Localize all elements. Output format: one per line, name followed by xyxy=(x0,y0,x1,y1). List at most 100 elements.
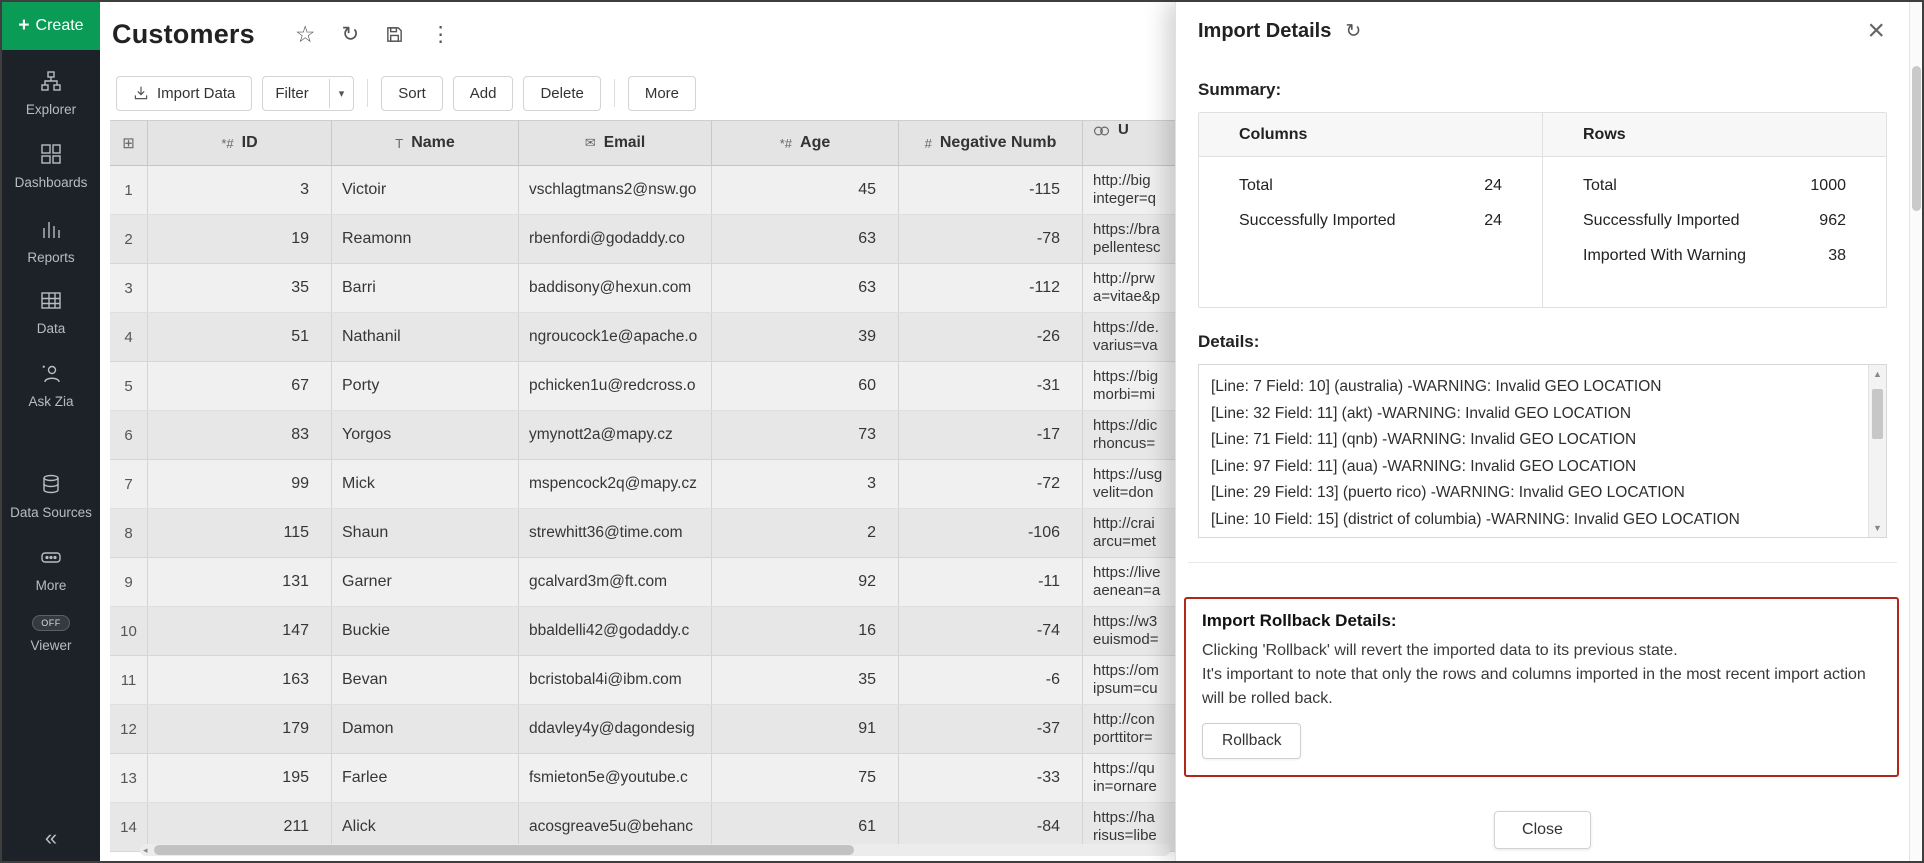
save-icon[interactable] xyxy=(385,24,404,45)
cell-negative-number[interactable]: -72 xyxy=(899,460,1083,508)
close-button[interactable]: Close xyxy=(1494,811,1591,849)
cell-name[interactable]: Mick xyxy=(332,460,519,508)
cell-email[interactable]: ddavley4y@dagondesig xyxy=(519,705,712,753)
cell-age[interactable]: 92 xyxy=(712,558,899,606)
cell-age[interactable]: 39 xyxy=(712,313,899,361)
cell-age[interactable]: 3 xyxy=(712,460,899,508)
cell-id[interactable]: 131 xyxy=(148,558,332,606)
cell-age[interactable]: 63 xyxy=(712,215,899,263)
vertical-scrollbar-thumb[interactable] xyxy=(1912,66,1921,211)
cell-negative-number[interactable]: -112 xyxy=(899,264,1083,312)
cell-name[interactable]: Buckie xyxy=(332,607,519,655)
cell-email[interactable]: vschlagtmans2@nsw.go xyxy=(519,166,712,214)
sidebar-item-data-sources[interactable]: Data Sources xyxy=(2,473,100,520)
cell-negative-number[interactable]: -26 xyxy=(899,313,1083,361)
cell-name[interactable]: Porty xyxy=(332,362,519,410)
cell-negative-number[interactable]: -115 xyxy=(899,166,1083,214)
cell-id[interactable]: 3 xyxy=(148,166,332,214)
sidebar-item-reports[interactable]: Reports xyxy=(2,218,100,265)
filter-button[interactable]: Filter ▾ xyxy=(262,76,354,111)
cell-age[interactable]: 73 xyxy=(712,411,899,459)
cell-name[interactable]: Nathanil xyxy=(332,313,519,361)
cell-negative-number[interactable]: -17 xyxy=(899,411,1083,459)
cell-negative-number[interactable]: -33 xyxy=(899,754,1083,802)
sidebar-item-viewer[interactable]: OFF Viewer xyxy=(2,615,100,653)
sidebar-item-dashboards[interactable]: Dashboards xyxy=(2,143,100,190)
panel-refresh-icon[interactable]: ↻ xyxy=(1345,20,1361,43)
viewer-off-toggle[interactable]: OFF xyxy=(32,615,70,631)
details-scrollbar[interactable]: ▲ ▼ xyxy=(1868,365,1886,537)
cell-id[interactable]: 179 xyxy=(148,705,332,753)
cell-negative-number[interactable]: -11 xyxy=(899,558,1083,606)
cell-email[interactable]: pchicken1u@redcross.o xyxy=(519,362,712,410)
panel-close-icon[interactable]: × xyxy=(1867,16,1885,46)
horizontal-scrollbar-thumb[interactable] xyxy=(154,845,854,855)
cell-email[interactable]: bcristobal4i@ibm.com xyxy=(519,656,712,704)
column-header-id[interactable]: *#ID xyxy=(148,120,332,166)
cell-negative-number[interactable]: -78 xyxy=(899,215,1083,263)
filter-caret-icon[interactable]: ▾ xyxy=(329,79,354,108)
cell-negative-number[interactable]: -31 xyxy=(899,362,1083,410)
cell-age[interactable]: 2 xyxy=(712,509,899,557)
cell-age[interactable]: 45 xyxy=(712,166,899,214)
cell-negative-number[interactable]: -37 xyxy=(899,705,1083,753)
sidebar-item-ask-zia[interactable]: Ask Zia xyxy=(2,362,100,409)
cell-id[interactable]: 147 xyxy=(148,607,332,655)
details-scrollbar-thumb[interactable] xyxy=(1872,389,1883,439)
cell-email[interactable]: ngroucock1e@apache.o xyxy=(519,313,712,361)
cell-email[interactable]: baddisony@hexun.com xyxy=(519,264,712,312)
cell-name[interactable]: Damon xyxy=(332,705,519,753)
cell-email[interactable]: fsmieton5e@youtube.c xyxy=(519,754,712,802)
column-header-negative-number[interactable]: #Negative Numb xyxy=(899,120,1083,166)
collapse-sidebar-button[interactable]: « xyxy=(2,825,100,851)
cell-age[interactable]: 63 xyxy=(712,264,899,312)
scroll-up-icon[interactable]: ▲ xyxy=(1869,369,1886,379)
cell-negative-number[interactable]: -6 xyxy=(899,656,1083,704)
cell-id[interactable]: 163 xyxy=(148,656,332,704)
scroll-down-icon[interactable]: ▼ xyxy=(1869,523,1886,533)
cell-email[interactable]: mspencock2q@mapy.cz xyxy=(519,460,712,508)
cell-negative-number[interactable]: -74 xyxy=(899,607,1083,655)
cell-name[interactable]: Yorgos xyxy=(332,411,519,459)
cell-email[interactable]: gcalvard3m@ft.com xyxy=(519,558,712,606)
import-data-button[interactable]: Import Data xyxy=(116,76,252,111)
cell-name[interactable]: Bevan xyxy=(332,656,519,704)
more-button[interactable]: More xyxy=(628,76,696,111)
cell-age[interactable]: 60 xyxy=(712,362,899,410)
kebab-menu-icon[interactable]: ⋮ xyxy=(430,24,451,45)
sort-button[interactable]: Sort xyxy=(381,76,443,111)
scroll-left-icon[interactable]: ◂ xyxy=(140,845,151,856)
cell-id[interactable]: 19 xyxy=(148,215,332,263)
cell-name[interactable]: Garner xyxy=(332,558,519,606)
cell-age[interactable]: 16 xyxy=(712,607,899,655)
cell-id[interactable]: 51 xyxy=(148,313,332,361)
cell-name[interactable]: Reamonn xyxy=(332,215,519,263)
horizontal-scrollbar[interactable]: ◂ xyxy=(140,844,1170,856)
refresh-icon[interactable]: ↻ xyxy=(341,24,359,45)
cell-id[interactable]: 195 xyxy=(148,754,332,802)
column-header-email[interactable]: ✉Email xyxy=(519,120,712,166)
add-button[interactable]: Add xyxy=(453,76,514,111)
cell-name[interactable]: Barri xyxy=(332,264,519,312)
cell-id[interactable]: 99 xyxy=(148,460,332,508)
create-button[interactable]: + Create xyxy=(2,2,100,50)
cell-id[interactable]: 35 xyxy=(148,264,332,312)
cell-email[interactable]: strewhitt36@time.com xyxy=(519,509,712,557)
cell-age[interactable]: 91 xyxy=(712,705,899,753)
cell-id[interactable]: 83 xyxy=(148,411,332,459)
favorite-star-icon[interactable]: ☆ xyxy=(295,23,316,46)
cell-name[interactable]: Farlee xyxy=(332,754,519,802)
sidebar-item-data[interactable]: Data xyxy=(2,289,100,336)
cell-id[interactable]: 115 xyxy=(148,509,332,557)
column-header-age[interactable]: *#Age xyxy=(712,120,899,166)
select-all-header[interactable]: ⊞ xyxy=(110,120,148,166)
cell-age[interactable]: 35 xyxy=(712,656,899,704)
sidebar-item-explorer[interactable]: Explorer xyxy=(2,70,100,117)
cell-age[interactable]: 75 xyxy=(712,754,899,802)
cell-negative-number[interactable]: -106 xyxy=(899,509,1083,557)
delete-button[interactable]: Delete xyxy=(523,76,600,111)
cell-email[interactable]: rbenfordi@godaddy.co xyxy=(519,215,712,263)
vertical-scrollbar[interactable] xyxy=(1909,2,1922,861)
cell-email[interactable]: bbaldelli42@godaddy.c xyxy=(519,607,712,655)
cell-id[interactable]: 67 xyxy=(148,362,332,410)
